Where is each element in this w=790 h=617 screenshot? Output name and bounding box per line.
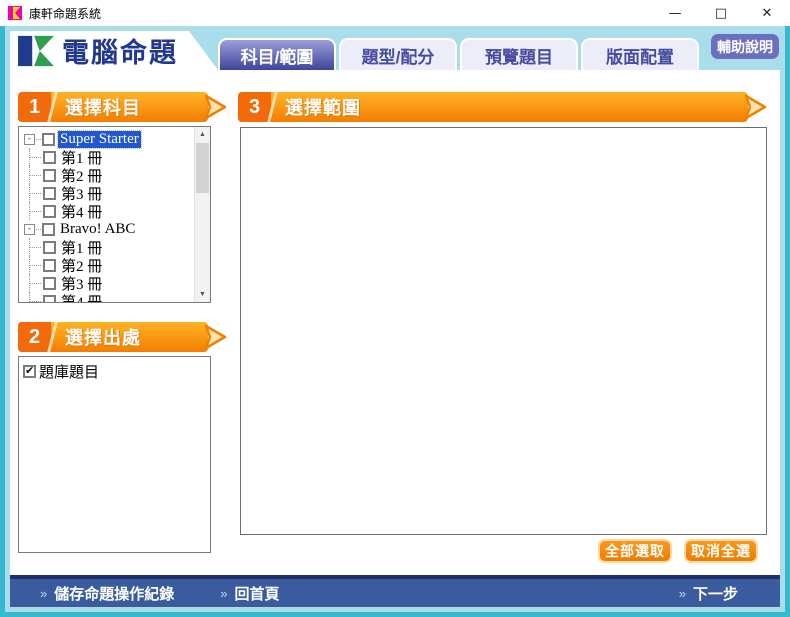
deselect-all-button[interactable]: 取消全選: [684, 539, 758, 563]
subject-tree-box: - Super Starter 第1 冊 第2 冊 第3 冊: [18, 126, 211, 303]
section-source-number: 2: [18, 322, 51, 352]
section-arrow-icon: [204, 92, 230, 122]
tree-row[interactable]: 第3 冊: [22, 184, 193, 202]
collapse-icon[interactable]: -: [24, 224, 35, 235]
range-actions: 全部選取 取消全選: [598, 539, 758, 563]
checkbox[interactable]: [43, 259, 56, 272]
section-range-banner: 3 選擇範圍: [238, 92, 770, 122]
scrollbar-thumb[interactable]: [196, 143, 209, 193]
tree-item-label[interactable]: 第4 冊: [59, 291, 104, 304]
checkbox-checked[interactable]: [23, 365, 36, 378]
tab-question-type[interactable]: 題型/配分: [339, 38, 457, 70]
tab-subject-range[interactable]: 科目/範圍 »: [218, 38, 336, 70]
source-list-box: 題庫題目: [18, 356, 211, 553]
source-item-label: 題庫題目: [39, 361, 99, 382]
checkbox[interactable]: [43, 151, 56, 164]
section-source-title: 選擇出處: [51, 322, 141, 352]
window-titlebar: 康軒命題系統 — □ ✕: [0, 0, 790, 26]
tab-layout[interactable]: 版面配置: [581, 38, 699, 70]
collapse-icon[interactable]: -: [24, 134, 35, 145]
checkbox[interactable]: [42, 133, 55, 146]
checkbox[interactable]: [43, 187, 56, 200]
tab-preview[interactable]: 預覽題目: [460, 38, 578, 70]
brand-k-icon: [18, 34, 54, 68]
app-logo-icon: [8, 6, 22, 20]
tree-item-label[interactable]: Bravo! ABC: [58, 221, 137, 238]
section-arrow-icon: [204, 322, 230, 352]
app-header: 電腦命題 科目/範圍 » 題型/配分 預覽題目 版面配置 輔助說明: [5, 26, 785, 70]
tree-row[interactable]: 第4 冊: [22, 202, 193, 220]
tree-item-label[interactable]: 第4 冊: [59, 201, 104, 222]
section-subject-title: 選擇科目: [51, 92, 141, 122]
maximize-button[interactable]: □: [698, 0, 744, 26]
arrow-right-icon: »: [679, 586, 686, 601]
section-source-banner: 2 選擇出處: [18, 322, 230, 352]
footer-bar: » 儲存命題操作紀錄 » 回首頁 » 下一步: [10, 575, 780, 607]
tab-layout-label: 版面配置: [606, 43, 674, 68]
section-range-title: 選擇範圍: [271, 92, 361, 122]
home-label: 回首頁: [234, 583, 279, 604]
tree-row[interactable]: 第1 冊: [22, 238, 193, 256]
tree-row[interactable]: 第1 冊: [22, 148, 193, 166]
checkbox[interactable]: [42, 223, 55, 236]
source-item[interactable]: 題庫題目: [19, 357, 210, 386]
scroll-down-icon[interactable]: ▼: [195, 287, 210, 302]
tab-subject-range-label: 科目/範圍: [241, 43, 314, 68]
section-subject-number: 1: [18, 92, 51, 122]
next-step-label: 下一步: [693, 583, 738, 604]
tab-preview-label: 預覽題目: [485, 43, 553, 68]
minimize-button[interactable]: —: [652, 0, 698, 26]
close-button[interactable]: ✕: [744, 0, 790, 26]
tree-item-label[interactable]: Super Starter: [58, 131, 141, 148]
logo-plate: 電腦命題: [10, 31, 218, 70]
app-background: 電腦命題 科目/範圍 » 題型/配分 預覽題目 版面配置 輔助說明: [5, 26, 785, 612]
app-frame: 電腦命題 科目/範圍 » 題型/配分 預覽題目 版面配置 輔助說明: [0, 26, 790, 617]
subject-tree: - Super Starter 第1 冊 第2 冊 第3 冊: [22, 128, 193, 301]
section-arrow-icon: [744, 92, 770, 122]
next-step-button[interactable]: » 下一步: [679, 583, 738, 604]
tree-row[interactable]: - Super Starter: [22, 130, 193, 148]
scroll-up-icon[interactable]: ▲: [195, 127, 210, 142]
select-all-button[interactable]: 全部選取: [598, 539, 672, 563]
window-title: 康軒命題系統: [29, 5, 652, 22]
help-button[interactable]: 輔助說明: [711, 34, 779, 59]
tree-row[interactable]: 第2 冊: [22, 256, 193, 274]
app-logo-text: 電腦命題: [62, 31, 178, 70]
main-panel: 1 選擇科目 - Super Starter 第1 冊: [10, 70, 780, 575]
range-selection-box[interactable]: [240, 127, 767, 535]
section-range-number: 3: [238, 92, 271, 122]
checkbox[interactable]: [43, 277, 56, 290]
tree-row[interactable]: 第3 冊: [22, 274, 193, 292]
save-record-button[interactable]: » 儲存命題操作紀錄: [40, 583, 174, 604]
tree-row[interactable]: - Bravo! ABC: [22, 220, 193, 238]
scrollbar[interactable]: ▲ ▼: [194, 127, 210, 302]
tab-question-type-label: 題型/配分: [362, 43, 435, 68]
tree-row[interactable]: 第4 冊: [22, 292, 193, 303]
section-subject-banner: 1 選擇科目: [18, 92, 230, 122]
tree-row[interactable]: 第2 冊: [22, 166, 193, 184]
tab-bar: 科目/範圍 » 題型/配分 預覽題目 版面配置: [218, 38, 699, 70]
arrow-right-icon: »: [40, 586, 47, 601]
save-record-label: 儲存命題操作紀錄: [54, 583, 174, 604]
checkbox[interactable]: [43, 205, 56, 218]
arrow-right-icon: »: [220, 586, 227, 601]
checkbox[interactable]: [43, 169, 56, 182]
checkbox[interactable]: [43, 295, 56, 304]
checkbox[interactable]: [43, 241, 56, 254]
home-button[interactable]: » 回首頁: [220, 583, 279, 604]
